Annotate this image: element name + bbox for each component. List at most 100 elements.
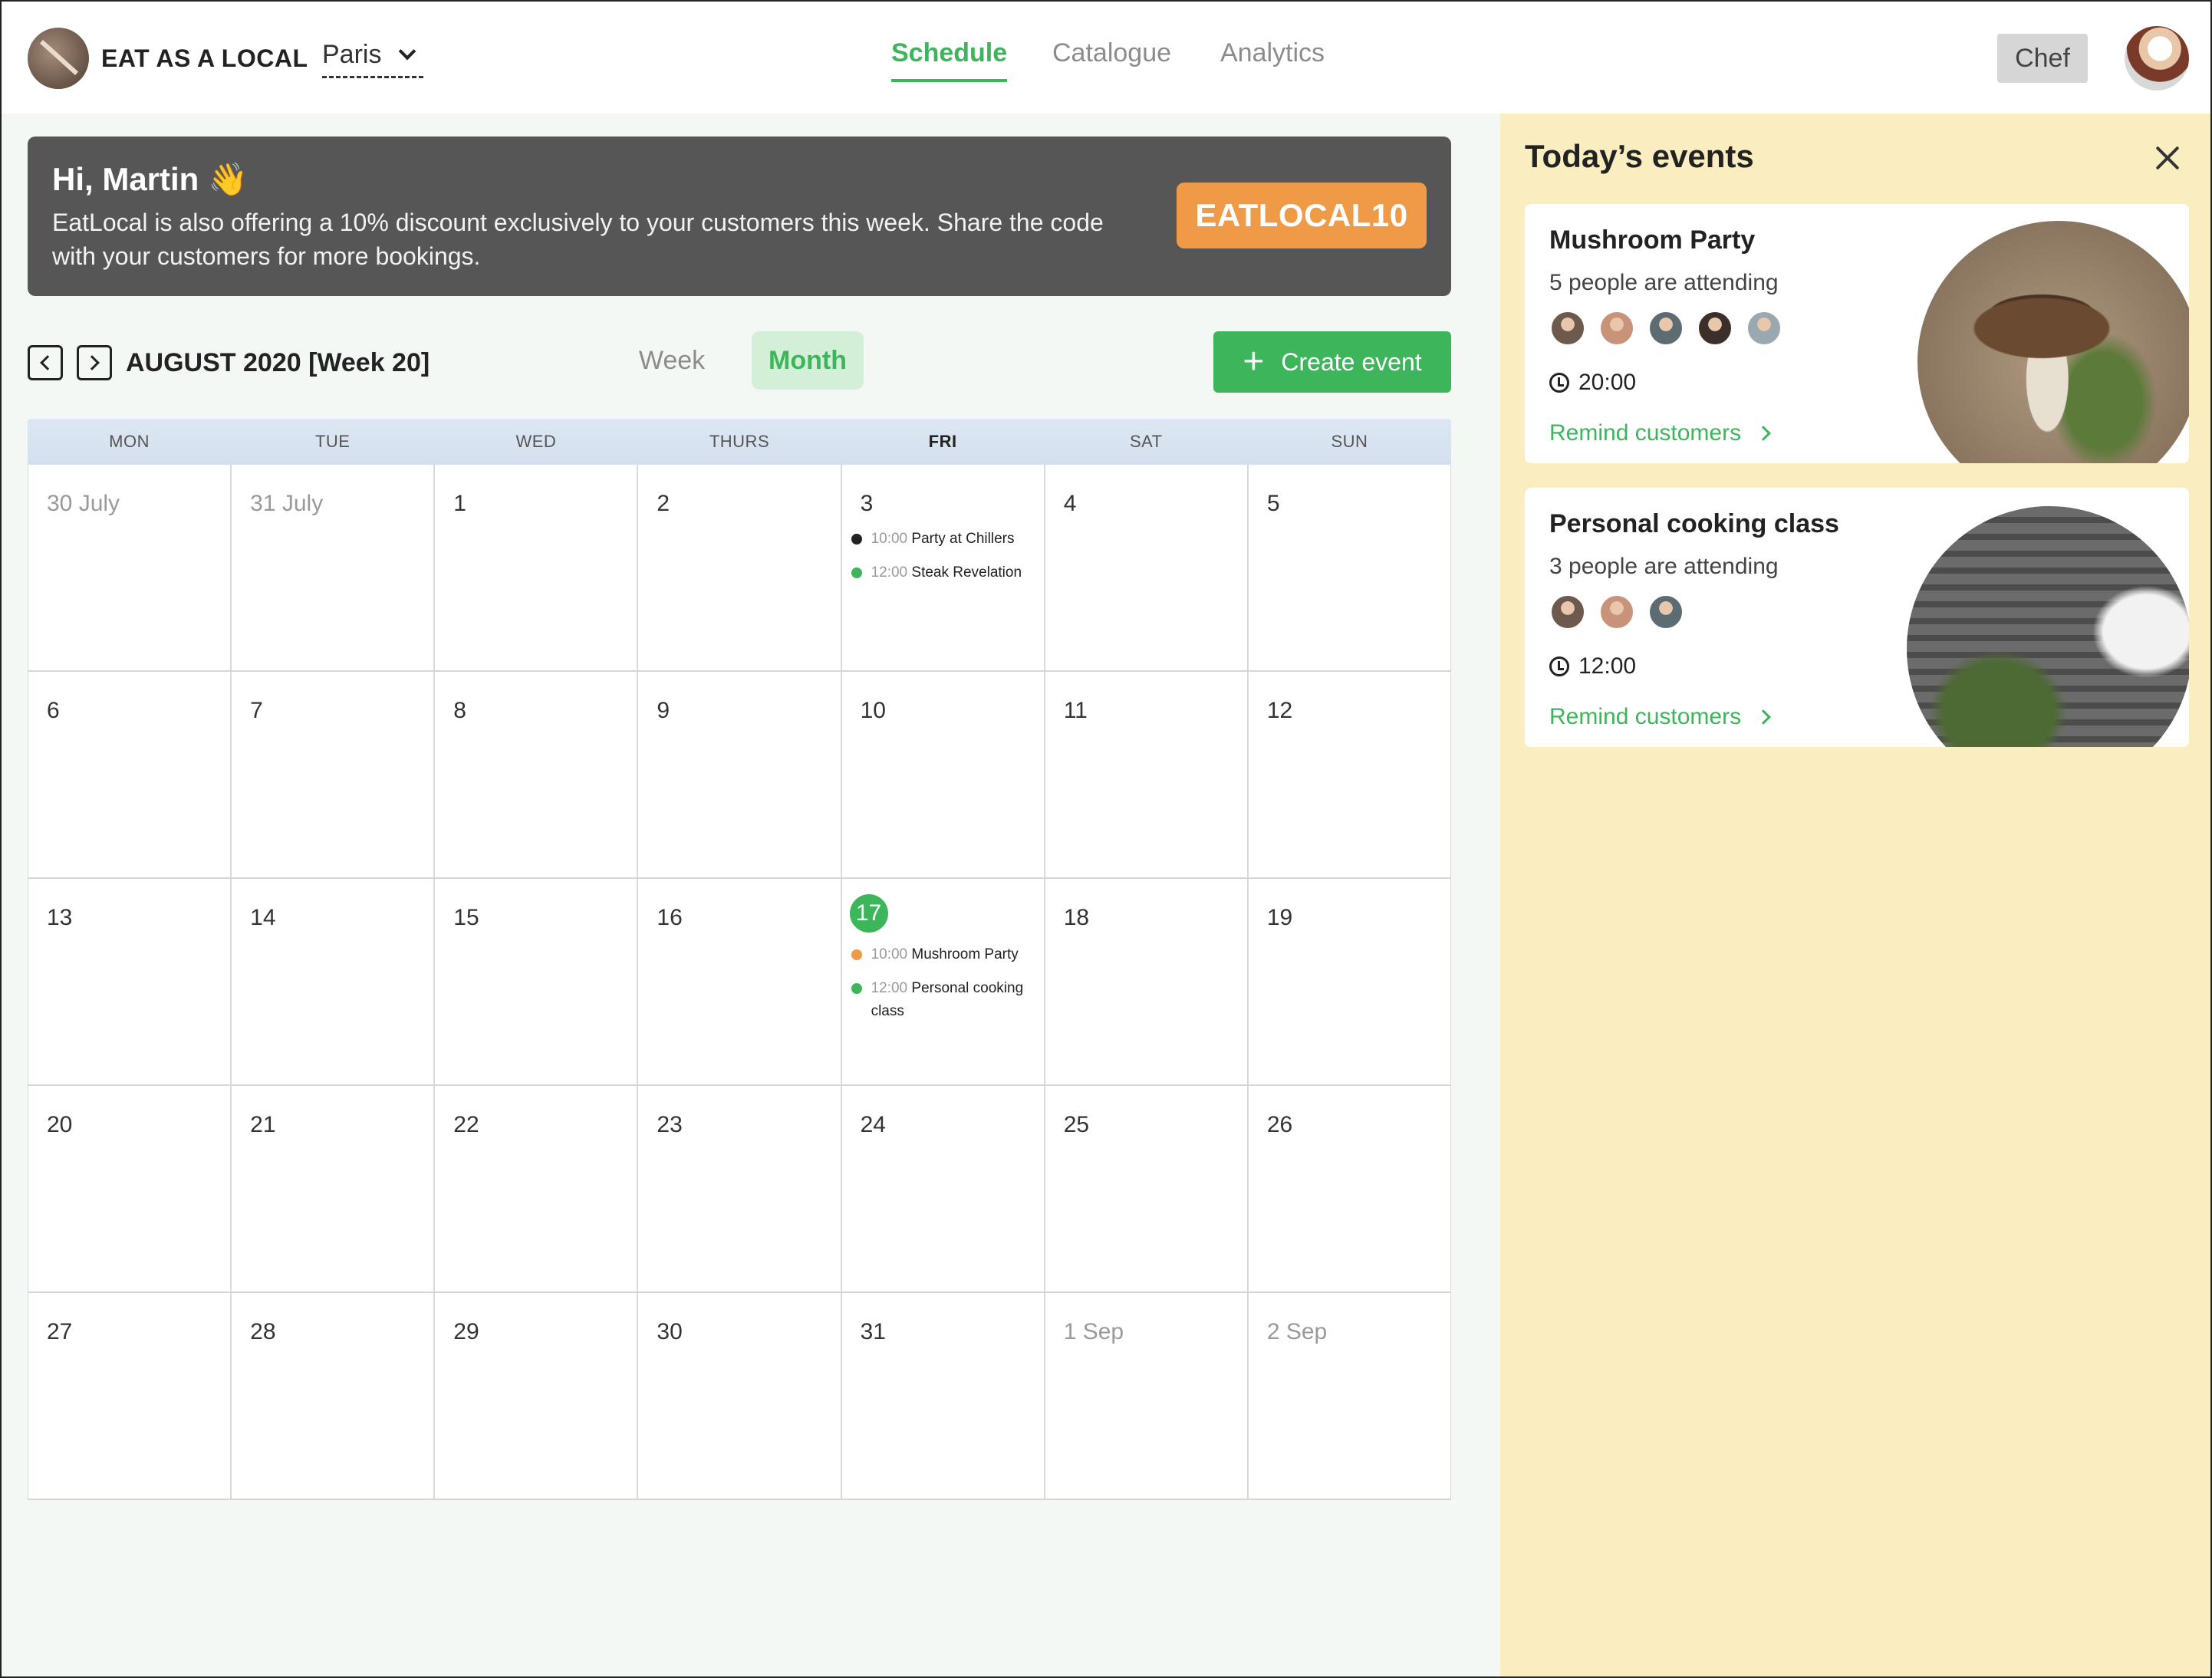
- close-icon[interactable]: [2154, 144, 2181, 172]
- prev-period-button[interactable]: [28, 345, 63, 380]
- day-number: 14: [250, 905, 276, 930]
- role-button[interactable]: Chef: [1997, 34, 2088, 83]
- calendar-day-cell[interactable]: 15: [434, 879, 638, 1084]
- event-time: 20:00: [1549, 370, 1636, 396]
- calendar-day-cell[interactable]: 1: [434, 465, 638, 670]
- attendee-avatar[interactable]: [1549, 594, 1586, 630]
- brand-logo[interactable]: [28, 28, 89, 89]
- day-number: 2 Sep: [1266, 1319, 1328, 1344]
- calendar-day-cell[interactable]: 3 10:00 Party at Chillers 12:00 Steak Reve…: [841, 465, 1045, 670]
- calendar-day-cell[interactable]: 8: [434, 672, 638, 877]
- weekday-label: MON: [109, 432, 150, 451]
- event-dot-icon: [851, 534, 862, 545]
- view-week-button[interactable]: Week: [626, 331, 718, 390]
- todays-events-panel: Today’s events Mushroom Party 5 people a…: [1500, 114, 2210, 1676]
- event-card[interactable]: Personal cooking class 3 people are atte…: [1525, 488, 2189, 747]
- calendar-day-cell[interactable]: 13: [28, 879, 232, 1084]
- day-number: 5: [1266, 491, 1280, 516]
- day-number: 21: [250, 1112, 276, 1137]
- city-select[interactable]: Paris: [322, 40, 423, 78]
- day-number: 11: [1063, 698, 1088, 723]
- attendee-avatar[interactable]: [1598, 310, 1635, 347]
- calendar-day-cell[interactable]: 31: [841, 1293, 1045, 1499]
- nav-analytics[interactable]: Analytics: [1220, 38, 1325, 68]
- calendar-day-cell[interactable]: 30: [637, 1293, 841, 1499]
- calendar-day-cell[interactable]: 9: [637, 672, 841, 877]
- day-number: 8: [453, 698, 466, 723]
- calendar-day-cell[interactable]: 14: [231, 879, 435, 1084]
- calendar-grid: 30 July 31 July 1 2 3 10:00 Party at Chillers…: [28, 465, 1451, 1500]
- calendar-day-cell[interactable]: 1 Sep: [1044, 1293, 1248, 1499]
- calendar-day-cell[interactable]: 29: [434, 1293, 638, 1499]
- day-number: 12: [1266, 698, 1293, 723]
- calendar-day-cell[interactable]: 19: [1247, 879, 1451, 1084]
- attendee-avatar[interactable]: [1647, 310, 1684, 347]
- day-number: 30 July: [47, 491, 120, 516]
- day-number: 2: [657, 491, 670, 516]
- event-dot-icon: [851, 949, 862, 960]
- calendar-day-cell[interactable]: 28: [231, 1293, 435, 1499]
- calendar-day-cell[interactable]: 12: [1247, 672, 1451, 877]
- day-number: 18: [1063, 905, 1090, 930]
- calendar-day-cell[interactable]: 18: [1044, 879, 1248, 1084]
- calendar-day-cell[interactable]: 23: [637, 1086, 841, 1291]
- create-event-button[interactable]: + Create event: [1213, 331, 1451, 393]
- event-card[interactable]: Mushroom Party 5 people are attending 20…: [1525, 204, 2189, 463]
- cooking-class-photo: [1907, 506, 2189, 747]
- calendar-event[interactable]: 12:00 Personal cooking class: [851, 977, 1044, 1023]
- calendar-day-cell[interactable]: 4: [1044, 465, 1248, 670]
- create-event-label: Create event: [1281, 347, 1422, 376]
- remind-customers-link[interactable]: Remind customers: [1549, 420, 1771, 446]
- day-number: 31 July: [250, 491, 324, 516]
- calendar-day-cell[interactable]: 20: [28, 1086, 232, 1291]
- attendee-avatar[interactable]: [1697, 310, 1733, 347]
- calendar-day-cell[interactable]: 26: [1247, 1086, 1451, 1291]
- calendar-day-cell[interactable]: 30 July: [28, 465, 232, 670]
- calendar-day-cell[interactable]: 17 10:00 Mushroom Party 12:00 Personal coo…: [841, 879, 1045, 1084]
- next-period-button[interactable]: [77, 345, 112, 380]
- calendar-week-row: 6 7 8 9 10 11 12: [28, 672, 1451, 879]
- calendar-day-cell[interactable]: 16: [637, 879, 841, 1084]
- calendar-day-cell[interactable]: 24: [841, 1086, 1045, 1291]
- chevron-right-icon: [1756, 709, 1771, 725]
- nav-schedule[interactable]: Schedule: [891, 38, 1008, 82]
- calendar-week-row: 30 July 31 July 1 2 3 10:00 Party at Chillers…: [28, 465, 1451, 672]
- event-text: 12:00 Steak Revelation: [871, 561, 1022, 584]
- calendar-day-cell[interactable]: 11: [1044, 672, 1248, 877]
- calendar-day-cell[interactable]: 22: [434, 1086, 638, 1291]
- calendar-day-cell[interactable]: 10: [841, 672, 1045, 877]
- calendar-day-cell[interactable]: 5: [1247, 465, 1451, 670]
- calendar-day-cell[interactable]: 27: [28, 1293, 232, 1499]
- calendar-event[interactable]: 10:00 Party at Chillers: [851, 528, 1044, 551]
- calendar-event[interactable]: 10:00 Mushroom Party: [851, 943, 1044, 966]
- view-month-button[interactable]: Month: [752, 331, 864, 390]
- weekday-label: TUE: [314, 432, 351, 451]
- calendar-day-cell[interactable]: 25: [1044, 1086, 1248, 1291]
- event-text: 10:00 Party at Chillers: [871, 528, 1015, 551]
- calendar-day-cell[interactable]: 2 Sep: [1247, 1293, 1451, 1499]
- promo-message: EatLocal is also offering a 10% discount…: [52, 209, 1104, 270]
- weekday-label: WED: [515, 432, 557, 451]
- day-number: 23: [657, 1112, 683, 1137]
- calendar-day-cell[interactable]: 6: [28, 672, 232, 877]
- day-number: 19: [1266, 905, 1293, 930]
- calendar-day-cell[interactable]: 21: [231, 1086, 435, 1291]
- event-title: Mushroom Party: [911, 946, 1019, 962]
- attendee-avatar[interactable]: [1549, 310, 1586, 347]
- event-title: Steak Revelation: [911, 564, 1022, 581]
- day-number: 4: [1063, 491, 1077, 516]
- attendee-avatar[interactable]: [1647, 594, 1684, 630]
- calendar-day-cell[interactable]: 31 July: [231, 465, 435, 670]
- day-number: 10: [860, 698, 886, 723]
- calendar-day-cell[interactable]: 7: [231, 672, 435, 877]
- event-time: 12:00: [1549, 653, 1636, 679]
- day-number: 22: [453, 1112, 479, 1137]
- calendar-day-cell[interactable]: 2: [637, 465, 841, 670]
- promo-code-button[interactable]: EATLOCAL10: [1177, 183, 1427, 248]
- nav-catalogue[interactable]: Catalogue: [1052, 38, 1171, 68]
- attendee-avatar[interactable]: [1598, 594, 1635, 630]
- attendee-avatar[interactable]: [1746, 310, 1782, 347]
- user-avatar[interactable]: [2125, 26, 2189, 90]
- remind-customers-link[interactable]: Remind customers: [1549, 704, 1771, 730]
- calendar-event[interactable]: 12:00 Steak Revelation: [851, 561, 1044, 584]
